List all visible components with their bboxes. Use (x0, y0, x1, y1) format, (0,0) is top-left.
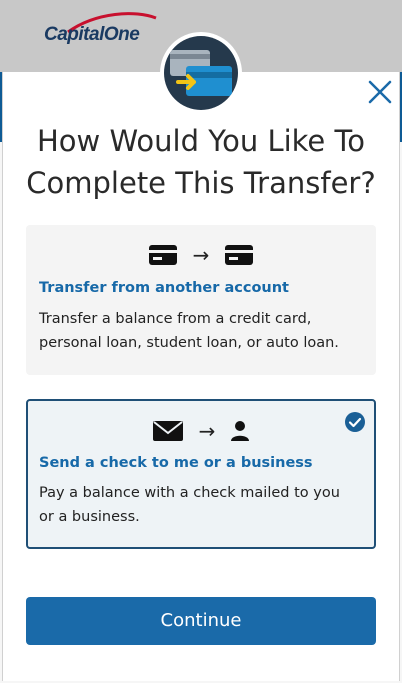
modal-title: How Would You Like To Complete This Tran… (0, 120, 402, 204)
option-icon-row: → (28, 419, 374, 445)
option-description: Transfer a balance from a credit card, p… (39, 311, 339, 351)
person-icon (230, 421, 249, 441)
option-send-check[interactable]: → Send a check to me or a business Pay a… (26, 399, 376, 549)
credit-card-icon (224, 245, 253, 265)
option-transfer-from-account[interactable]: → Transfer from another account Transfer… (26, 225, 376, 375)
arrow-right-icon: → (198, 419, 216, 443)
envelope-icon (153, 421, 184, 441)
continue-button[interactable]: Continue (26, 597, 376, 645)
close-button[interactable] (366, 78, 394, 106)
option-icon-row: → (26, 243, 376, 269)
card-transfer-icon (164, 36, 238, 110)
logo-text-main: Capital (44, 24, 104, 45)
capital-one-logo[interactable]: CapitalOne (44, 24, 140, 46)
credit-card-icon (149, 245, 178, 265)
option-title: Send a check to me or a business (39, 455, 313, 471)
badge (160, 32, 242, 114)
arrow-right-icon: → (192, 243, 210, 267)
close-icon (368, 80, 392, 104)
logo-text-italic: One (103, 24, 140, 45)
title-line-2: Complete This Transfer? (26, 166, 376, 200)
option-title: Transfer from another account (39, 280, 289, 296)
title-line-1: How Would You Like To (36, 124, 366, 158)
option-description: Pay a balance with a check mailed to you… (39, 485, 340, 525)
